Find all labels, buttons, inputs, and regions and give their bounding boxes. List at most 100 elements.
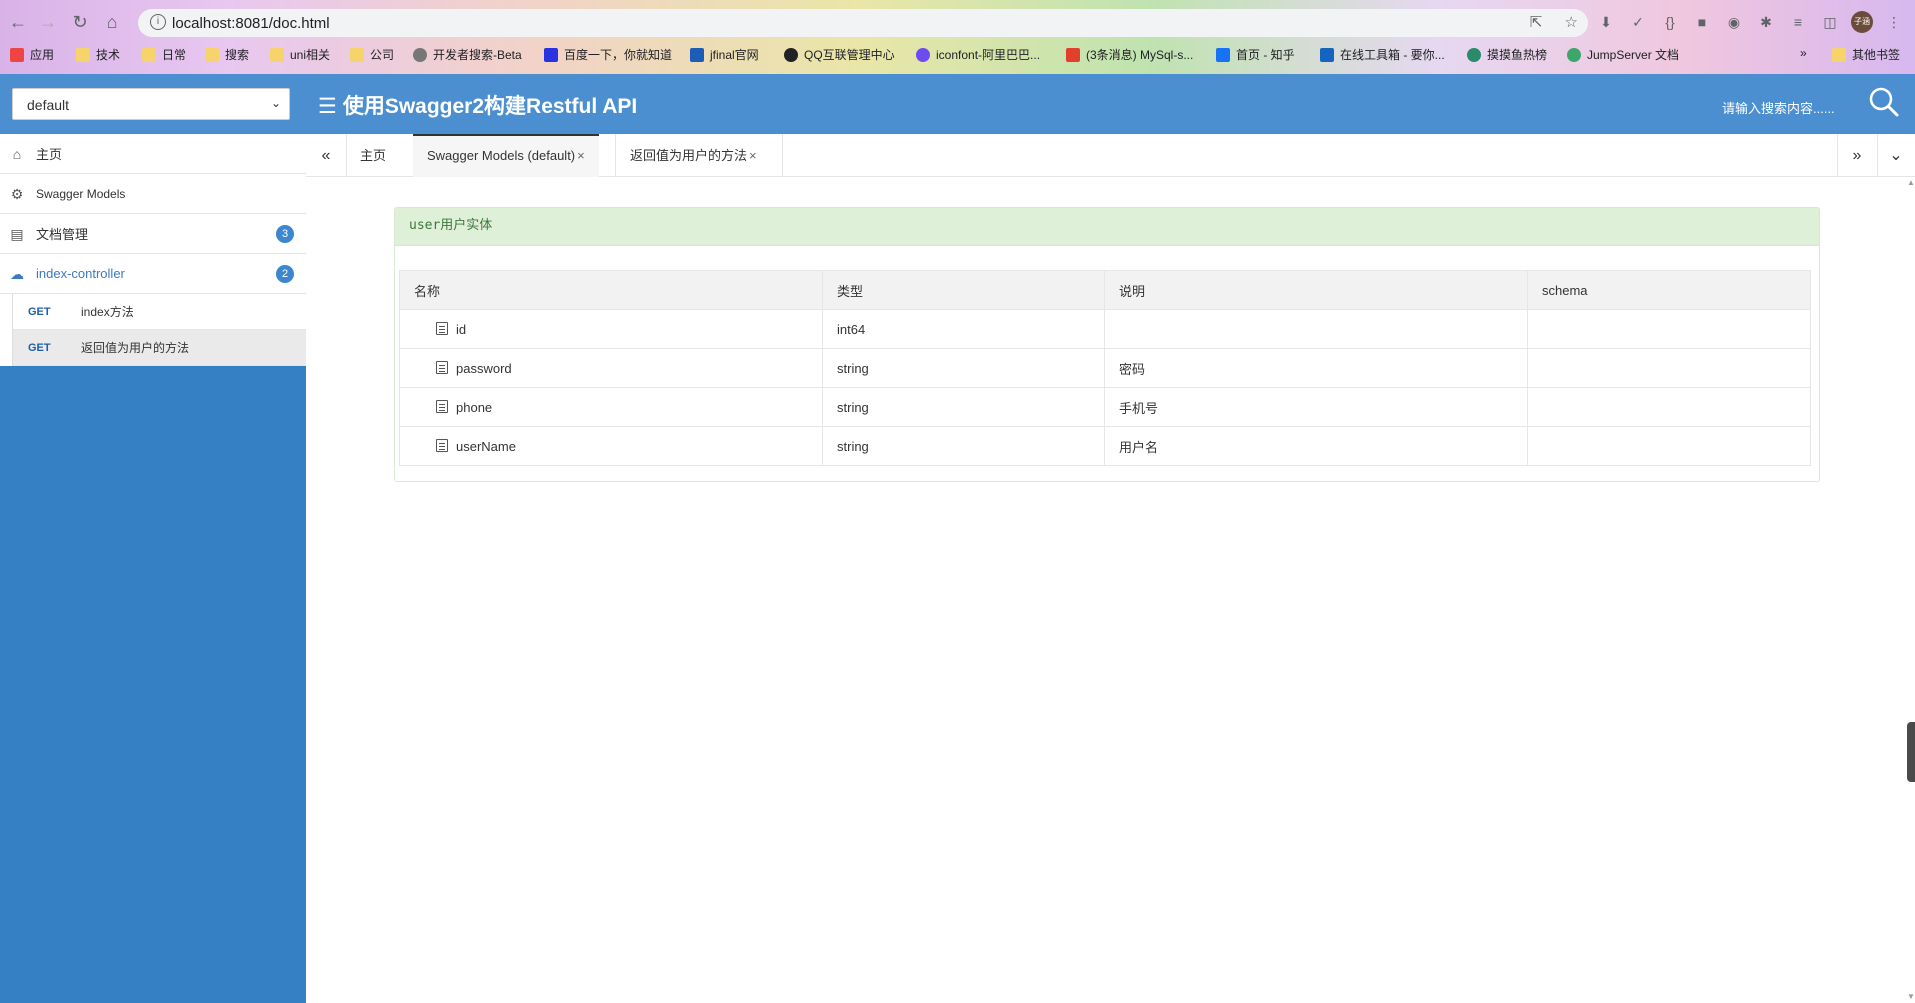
scroll-down-icon[interactable]: ▼ [1907,992,1915,1001]
share-icon[interactable]: ⇱ [1530,14,1543,31]
kebab-menu-icon[interactable]: ⋮ [1883,11,1905,33]
other-bookmarks-folder[interactable]: 其他书签 [1832,46,1900,63]
bookmark-label: iconfont-阿里巴巴... [936,48,1041,62]
profile-avatar[interactable]: 子涵 [1851,11,1873,33]
sidebar-item-label: Swagger Models [36,186,126,201]
bookmark-item[interactable]: JumpServer 文档 [1567,46,1679,63]
document-icon [436,321,448,335]
bookmark-star-icon[interactable]: ☆ [1565,14,1578,31]
column-header: schema [1527,270,1811,310]
bookmark-label: QQ互联管理中心 [804,48,895,62]
bookmark-item[interactable]: QQ互联管理中心 [784,46,895,63]
url-text[interactable]: localhost:8081/doc.html [172,15,330,32]
doc-manage-icon: ▤ [10,225,24,242]
field-name: id [456,321,467,337]
check-icon[interactable]: ✓ [1627,11,1649,33]
search-input[interactable]: 请输入搜索内容...... [1722,98,1835,117]
extension-icon[interactable]: ◉ [1723,11,1745,33]
bookmark-item[interactable]: 应用 [10,46,54,63]
models-icon: ⚙ [10,185,24,202]
qq-icon [784,47,798,62]
field-type-cell: string [822,426,1105,466]
scroll-up-icon[interactable]: ▲ [1907,178,1915,187]
bookmark-item[interactable]: 开发者搜索-Beta [413,46,522,63]
home-icon[interactable]: ⌂ [100,10,124,34]
bookmark-label: 百度一下，你就知道 [564,48,673,62]
tab-scroll-left-icon[interactable]: « [306,134,346,177]
divider [782,134,783,177]
sidebar-item-home[interactable]: ⌂ 主页 [0,134,306,174]
puzzle-icon[interactable]: ✱ [1755,11,1777,33]
bookmark-item[interactable]: 公司 [350,46,394,63]
other-bookmarks-label: 其他书签 [1852,48,1901,62]
tab-home[interactable]: 主页 [346,134,400,177]
group-select[interactable]: default ⌄ [12,88,290,120]
column-header: 名称 [399,270,823,310]
bookmark-label: JumpServer 文档 [1587,48,1680,62]
bookmark-item[interactable]: 首页 - 知乎 [1216,46,1295,63]
bookmark-label: 日常 [162,48,187,62]
api-item-index[interactable]: GET index方法 [12,294,306,330]
app-header: default ⌄ ☰ 使用Swagger2构建Restful API 请输入搜索… [0,74,1915,134]
field-type-cell: int64 [822,309,1105,349]
site-info-icon[interactable]: i [150,14,166,30]
download-icon[interactable]: ⬇ [1595,11,1617,33]
folder-icon [350,47,364,62]
tab-return-user[interactable]: 返回值为用户的方法 × [616,134,771,177]
tab-swagger-models[interactable]: Swagger Models (default) × [413,134,599,177]
iconfont-icon [916,47,930,62]
more-bookmarks-button[interactable]: » [1800,46,1807,60]
vertical-scrollbar[interactable]: ▲ ▼ [1905,178,1915,1003]
menu-icon[interactable]: ☰ [318,94,337,119]
extension-icon[interactable]: ■ [1691,11,1713,33]
bookmark-item[interactable]: 百度一下，你就知道 [544,46,672,63]
folder-icon [270,47,284,62]
table-row: userName string 用户名 [399,426,1811,466]
table-row: phone string 手机号 [399,387,1811,427]
search-icon[interactable] [1868,86,1900,118]
column-header: 说明 [1104,270,1528,310]
field-name: userName [456,438,516,454]
document-icon [436,438,448,452]
side-panel-icon[interactable]: ◫ [1819,11,1841,33]
bookmark-item[interactable]: 搜索 [205,46,249,63]
tab-options-icon[interactable]: ⌄ [1877,134,1915,177]
field-schema-cell [1527,309,1811,349]
bookmark-label: 摸摸鱼热榜 [1487,48,1548,62]
field-desc-cell [1104,309,1528,349]
bookmark-item[interactable]: uni相关 [270,46,330,63]
model-title: user用户实体 [395,208,1819,246]
close-icon[interactable]: × [749,148,757,163]
sidebar-item-label: 主页 [36,147,63,162]
bookmark-item[interactable]: iconfont-阿里巴巴... [916,46,1040,63]
bookmark-item[interactable]: 在线工具箱 - 要你... [1320,46,1445,63]
bookmark-label: 首页 - 知乎 [1236,48,1295,62]
field-name-cell: userName [399,426,823,466]
reading-list-icon[interactable]: ≡ [1787,11,1809,33]
bookmark-label: uni相关 [290,48,331,62]
sidebar-item-label: 文档管理 [36,227,89,242]
bookmark-item[interactable]: 技术 [76,46,120,63]
close-icon[interactable]: × [577,148,585,163]
sidebar-menu: ⌂ 主页 ⚙ Swagger Models ▤ 文档管理 3 ☁ index-c… [0,134,306,366]
bookmark-item[interactable]: jfinal官网 [690,46,759,63]
reload-icon[interactable]: ↻ [68,10,92,34]
tab-label: 返回值为用户的方法 [630,148,748,163]
sidebar: ⌂ 主页 ⚙ Swagger Models ▤ 文档管理 3 ☁ index-c… [0,134,306,1003]
table-row: password string 密码 [399,348,1811,388]
sidebar-item-index-controller[interactable]: ☁ index-controller 2 [0,254,306,294]
bookmark-label: 技术 [96,48,121,62]
side-panel-handle[interactable] [1907,722,1915,782]
page-title: ☰ 使用Swagger2构建Restful API [318,90,637,120]
api-item-return-user[interactable]: GET 返回值为用户的方法 [12,330,306,366]
back-icon[interactable]: ← [6,10,30,34]
forward-icon[interactable]: → [36,10,60,34]
address-bar[interactable]: i localhost:8081/doc.html ⇱ ☆ [138,9,1588,37]
sidebar-item-doc-manage[interactable]: ▤ 文档管理 3 [0,214,306,254]
json-extension-icon[interactable]: {} [1659,11,1681,33]
bookmark-item[interactable]: 日常 [142,46,186,63]
tab-scroll-right-icon[interactable]: » [1837,134,1877,177]
bookmark-item[interactable]: (3条消息) MySql-s... [1066,46,1193,63]
bookmark-item[interactable]: 摸摸鱼热榜 [1467,46,1547,63]
sidebar-item-swagger-models[interactable]: ⚙ Swagger Models [0,174,306,214]
